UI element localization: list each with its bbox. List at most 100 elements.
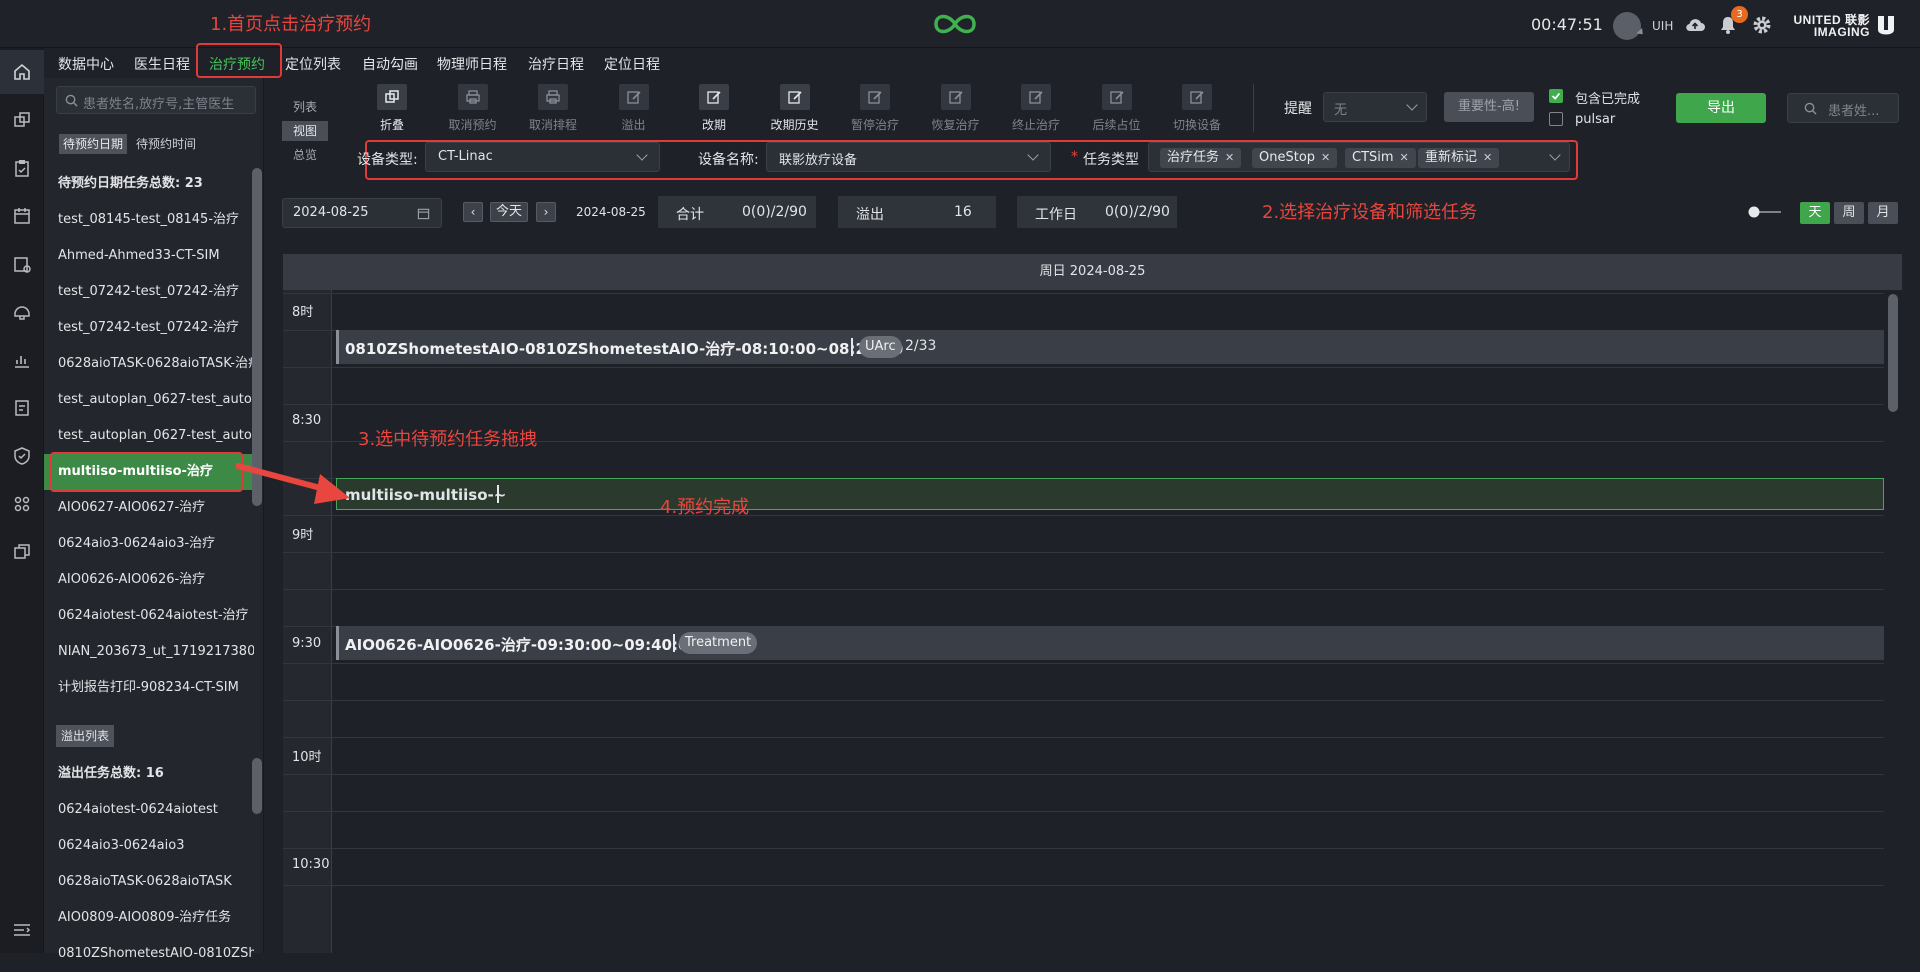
home-icon[interactable] [12, 62, 32, 82]
overflow-task-item[interactable]: 0624aiotest-0624aiotest [44, 792, 254, 828]
tool-button[interactable]: 改期历史 [760, 84, 830, 134]
gear-icon[interactable] [1751, 14, 1773, 36]
task-tag[interactable]: CTSim ✕ [1345, 148, 1416, 168]
tool-button[interactable]: 终止治疗 [1001, 84, 1071, 134]
cloud-icon[interactable] [1684, 14, 1706, 36]
tool-button[interactable]: 取消预约 [438, 84, 508, 134]
overflow-task-item[interactable]: 0624aio3-0624aio3 [44, 828, 254, 864]
nav-positioning-list[interactable]: 定位列表 [285, 54, 341, 74]
close-icon[interactable]: ✕ [1321, 151, 1330, 164]
avatar[interactable] [1613, 12, 1641, 40]
task-icon[interactable] [12, 254, 32, 274]
export-button[interactable]: 导出 [1676, 93, 1766, 123]
importance-button[interactable]: 重要性-高! [1444, 92, 1534, 122]
pulsar-checkbox[interactable] [1549, 112, 1563, 126]
patient-search-input[interactable]: 患者姓... [1787, 93, 1899, 123]
report-icon[interactable] [12, 398, 32, 418]
nav-physicist-schedule[interactable]: 物理师日程 [437, 54, 507, 74]
pending-task-item[interactable]: test_07242-test_07242-治疗 [44, 310, 254, 346]
tool-button[interactable]: 改期 [679, 84, 749, 134]
overflow-scrollbar[interactable] [252, 758, 262, 814]
view-overview[interactable]: 总览 [282, 145, 328, 165]
pending-task-item[interactable]: 0624aio3-0624aio3-治疗 [44, 526, 254, 562]
collapse-icon[interactable] [12, 922, 32, 938]
task-tag[interactable]: 重新标记 ✕ [1418, 148, 1500, 168]
copy-icon[interactable] [12, 110, 32, 130]
view-calendar[interactable]: 视图 [282, 121, 328, 141]
mode-month-button[interactable]: 月 [1868, 202, 1898, 224]
tool-label: 取消排程 [528, 118, 577, 132]
device-type-select[interactable]: CT-Linac [425, 142, 660, 172]
search-icon [1804, 102, 1817, 115]
sidebar-search[interactable]: 患者姓名,放疗号,主管医生 [56, 86, 256, 114]
event-tag: UArc [859, 336, 902, 358]
task-tag[interactable]: OneStop ✕ [1252, 148, 1338, 168]
mode-week-button[interactable]: 周 [1834, 202, 1864, 224]
pending-task-item[interactable]: test_07242-test_07242-治疗 [44, 274, 254, 310]
tool-button[interactable]: 切换设备 [1162, 84, 1232, 134]
view-list[interactable]: 列表 [282, 97, 328, 117]
remind-select[interactable]: 无 [1323, 92, 1427, 122]
device-name-select[interactable]: 联影放疗设备 [766, 142, 1051, 172]
pending-task-item[interactable]: 计划报告打印-908234-CT-SIM [44, 670, 254, 706]
today-button[interactable]: 今天 [490, 202, 528, 222]
task-tag-label: 重新标记 [1425, 150, 1478, 165]
clipboard-icon[interactable] [12, 158, 32, 178]
task-tag[interactable]: 治疗任务 ✕ [1160, 148, 1242, 168]
shield-icon[interactable] [12, 446, 32, 466]
tool-button[interactable]: 溢出 [599, 84, 669, 134]
annotation-frame-selected [50, 452, 243, 492]
tool-button[interactable]: 暂停治疗 [840, 84, 910, 134]
close-icon[interactable]: ✕ [1225, 151, 1234, 164]
tab-pending-date[interactable]: 待预约日期 [59, 134, 128, 154]
pending-task-item[interactable]: AIO0626-AIO0626-治疗 [44, 562, 254, 598]
mode-day-button[interactable]: 天 [1800, 202, 1830, 224]
pending-task-item[interactable]: Ahmed-Ahmed33-CT-SIM [44, 238, 254, 274]
pending-task-item[interactable]: test_autoplan_0627-test_autoplan [44, 418, 254, 454]
pending-task-item[interactable]: test_autoplan_0627-test_autoplan [44, 382, 254, 418]
stat-overflow: 溢出 16 [838, 196, 996, 228]
calendar-icon[interactable] [12, 206, 32, 226]
tab-pending-time[interactable]: 待预约时间 [132, 134, 200, 154]
task-tag-label: CTSim [1352, 150, 1394, 165]
window-icon[interactable] [12, 542, 32, 562]
pending-task-item[interactable]: test_08145-test_08145-治疗 [44, 202, 254, 238]
stat-total-label: 合计 [676, 207, 704, 223]
nav-doctor-schedule[interactable]: 医生日程 [134, 54, 190, 74]
tool-button[interactable]: 后续占位 [1082, 84, 1152, 134]
helmet-icon[interactable] [12, 302, 32, 322]
prev-day-button[interactable]: ‹ [463, 202, 483, 222]
toggle-switch[interactable] [1747, 206, 1783, 218]
tool-button[interactable]: 折叠 [357, 84, 427, 134]
nav-treatment-schedule[interactable]: 治疗日程 [528, 54, 584, 74]
user-name[interactable]: UIH [1652, 19, 1673, 33]
overflow-task-item[interactable]: 0810ZShometestAIO-0810ZSh [44, 936, 254, 972]
pending-task-item[interactable]: 0624aiotest-0624aiotest-治疗 [44, 598, 254, 634]
close-icon[interactable]: ✕ [1483, 151, 1492, 164]
overflow-task-item[interactable]: AIO0809-AIO0809-治疗任务 [44, 900, 254, 936]
calendar-scrollbar[interactable] [1888, 294, 1898, 412]
search-icon [65, 94, 78, 107]
pending-scrollbar[interactable] [252, 168, 262, 506]
calendar-event[interactable]: 0810ZShometestAIO-0810ZShometestAIO-治疗-0… [336, 330, 1884, 364]
tool-button[interactable]: 取消排程 [518, 84, 588, 134]
pending-task-item[interactable]: AIO0627-AIO0627-治疗 [44, 490, 254, 526]
calendar-event[interactable]: AIO0626-AIO0626-治疗-09:30:00~09:40:00 Tre… [336, 626, 1884, 660]
annotation-step1: 1.首页点击治疗预约 [210, 14, 372, 35]
include-completed-checkbox[interactable] [1549, 89, 1563, 103]
apps-icon[interactable] [12, 494, 32, 514]
overflow-task-item[interactable]: 0628aioTASK-0628aioTASK [44, 864, 254, 900]
next-day-button[interactable]: › [536, 202, 556, 222]
tab-overflow-list[interactable]: 溢出列表 [56, 725, 115, 747]
nav-data-center[interactable]: 数据中心 [58, 54, 114, 74]
nav-positioning-schedule[interactable]: 定位日程 [604, 54, 660, 74]
tool-button[interactable]: 恢复治疗 [921, 84, 991, 134]
new-booked-event[interactable]: multiiso-multiiso-~ [336, 478, 1884, 510]
close-icon[interactable]: ✕ [1400, 151, 1409, 164]
nav-auto-contour[interactable]: 自动勾画 [362, 54, 418, 74]
date-picker[interactable]: 2024-08-25 [282, 198, 442, 228]
pending-task-item[interactable]: NIAN_203673_ut_1719217380-l [44, 634, 254, 670]
chart-icon[interactable] [12, 350, 32, 370]
pending-task-item[interactable]: 0628aioTASK-0628aioTASK-治疗 [44, 346, 254, 382]
tool-label: 暂停治疗 [850, 118, 899, 132]
